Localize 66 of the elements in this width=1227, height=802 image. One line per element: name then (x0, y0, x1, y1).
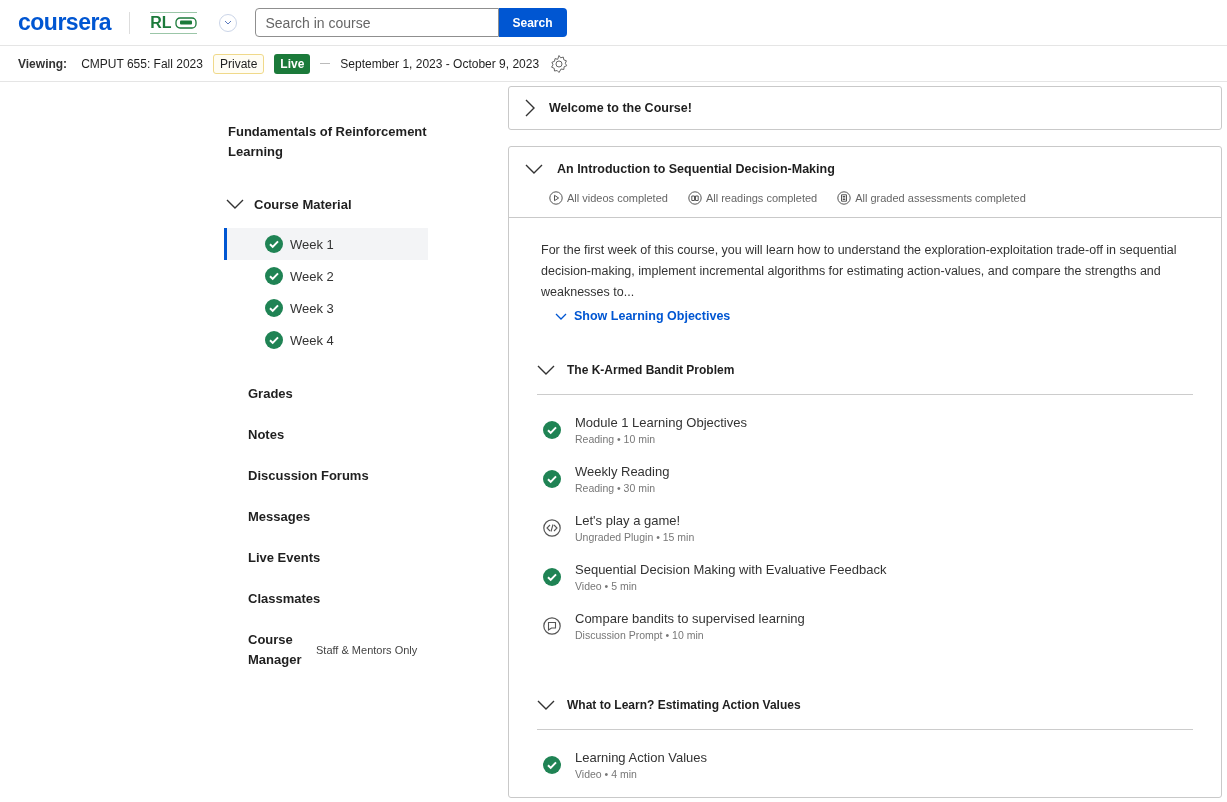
chevron-down-icon (226, 199, 244, 209)
nav-link[interactable]: Course Manager (248, 630, 304, 670)
check-circle-icon (543, 567, 561, 586)
chevron-down-icon (537, 364, 555, 375)
access-note: Staff & Mentors Only (316, 644, 418, 656)
lesson-header[interactable]: The K-Armed Bandit Problem (537, 345, 1193, 395)
nav-link[interactable]: Notes (248, 425, 285, 445)
item-title[interactable]: Module 1 Learning Objectives (575, 414, 747, 430)
item-meta: Reading • 10 min (575, 432, 657, 445)
module-description: For the first week of this course, you will learn how to understand the exploration-exploitation trade-off in sequential decision-making, implement incremental algorithms for estimating action-values, and compare the strengths and weaknesses to... (540, 242, 1178, 301)
module-header[interactable]: An Introduction to Sequential Decision-Making (509, 147, 1221, 191)
document-icon (837, 191, 852, 205)
week-label: Week 4 (290, 332, 334, 348)
coursera-logo[interactable]: coursera (18, 9, 112, 36)
nav-link[interactable]: Classmates (248, 589, 321, 609)
code-icon (543, 518, 561, 537)
week-label: Week 1 (290, 236, 334, 252)
check-circle-icon (543, 420, 561, 439)
viewing-label: Viewing: (18, 56, 68, 71)
privacy-badge: Private (212, 53, 265, 74)
item-title[interactable]: Weekly Reading (575, 463, 670, 479)
chevron-down-icon (223, 20, 232, 25)
week-item[interactable]: Week 3 (224, 292, 428, 324)
item-meta: Video • 5 min (575, 579, 638, 592)
play-circle-icon (549, 191, 563, 205)
search-field[interactable]: Search in course (254, 8, 499, 37)
course-logo: RL (150, 11, 197, 34)
module-header[interactable]: Welcome to the Course! (509, 87, 1221, 129)
chevron-down-icon (555, 312, 567, 320)
item-title[interactable]: Let's play a game! (575, 512, 695, 528)
item-meta: Ungraded Plugin • 15 min (575, 530, 695, 543)
nav-link[interactable]: Discussion Forums (248, 466, 369, 486)
chevron-right-icon (525, 99, 535, 117)
settings-icon[interactable] (549, 53, 570, 74)
item-meta: Reading • 30 min (575, 481, 657, 494)
completion-summary: All videos completed (567, 192, 668, 204)
search-button[interactable]: Search (498, 8, 567, 37)
course-title: Fundamentals of Reinforcement Learning (227, 123, 428, 161)
objectives-link[interactable]: Show Learning Objectives (555, 309, 731, 323)
week-item[interactable]: Week 1 (224, 228, 428, 260)
completion-summary: All graded assessments completed (855, 192, 1026, 204)
section-toggle[interactable]: Course Material (224, 194, 352, 214)
session-dates: September 1, 2023 - October 9, 2023 (340, 56, 540, 71)
week-item[interactable]: Week 4 (224, 324, 428, 356)
chevron-down-icon (525, 164, 543, 174)
nav-link[interactable]: Messages (248, 507, 311, 527)
item-title[interactable]: Sequential Decision Making with Evaluative Feedback (575, 561, 887, 577)
lesson-header[interactable]: What to Learn? Estimating Action Values (537, 680, 1193, 730)
check-circle-icon (543, 469, 561, 488)
item-meta: Video • 4 min (575, 767, 638, 780)
week-label: Week 2 (290, 268, 334, 284)
chat-bubble-icon (543, 616, 561, 635)
status-badge: Live (274, 53, 311, 74)
item-title[interactable]: Learning Action Values (575, 749, 708, 765)
item-meta: Discussion Prompt • 10 min (575, 628, 705, 641)
chevron-down-icon (537, 699, 555, 710)
nav-link[interactable]: Grades (248, 384, 293, 404)
check-circle-icon (543, 755, 561, 774)
completion-summary: All readings completed (705, 192, 818, 204)
week-label: Week 3 (290, 300, 334, 316)
book-icon (687, 191, 702, 205)
week-item[interactable]: Week 2 (224, 260, 428, 292)
session-name: CMPUT 655: Fall 2023 (81, 56, 203, 71)
robot-icon (174, 16, 197, 29)
nav-link[interactable]: Live Events (248, 548, 321, 568)
item-title[interactable]: Compare bandits to supervised learning (575, 610, 805, 626)
